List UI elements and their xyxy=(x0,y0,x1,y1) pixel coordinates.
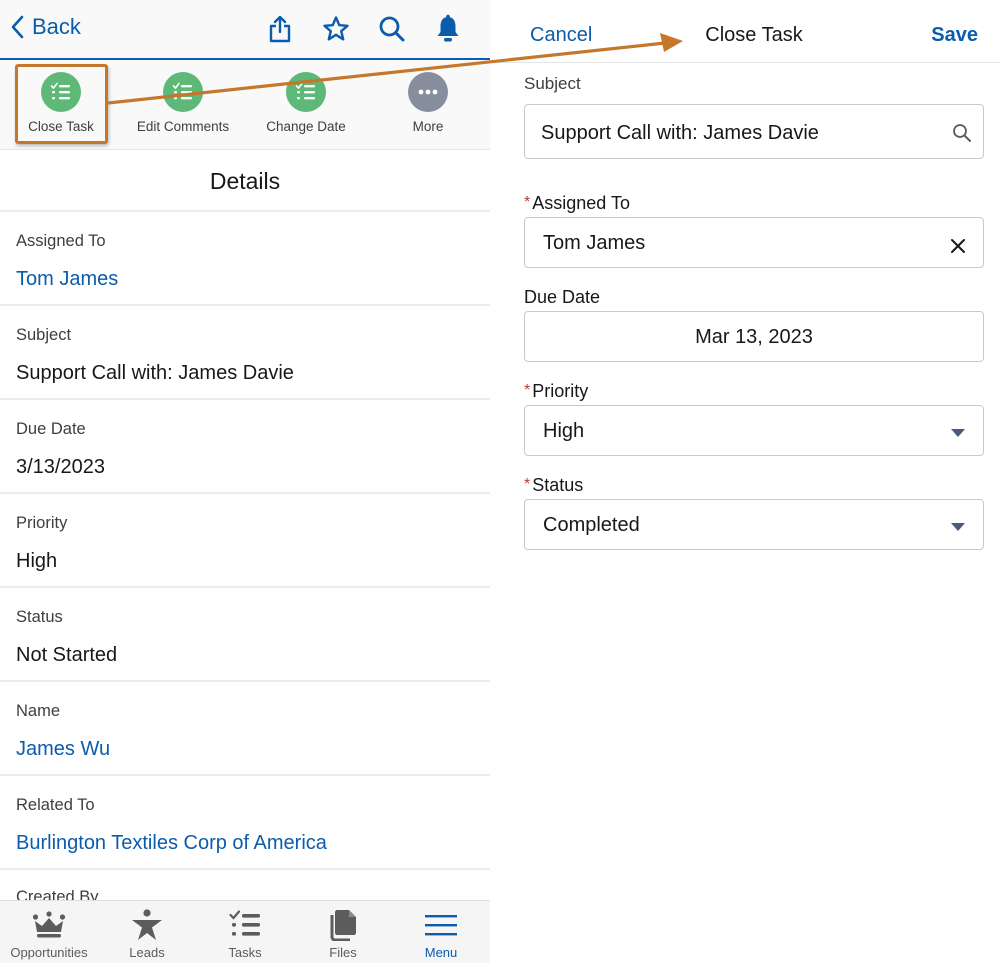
action-label: Close Task xyxy=(28,119,94,134)
field-label: Status xyxy=(16,608,63,626)
subject-label: Subject xyxy=(524,74,581,93)
more-action[interactable]: More xyxy=(368,72,488,134)
status-value: Completed xyxy=(543,514,640,536)
dropdown-caret-icon xyxy=(947,516,969,538)
search-icon[interactable] xyxy=(951,122,973,144)
field-label: Name xyxy=(16,702,61,720)
field-label: Related To xyxy=(16,796,95,814)
priority-select[interactable]: High xyxy=(524,405,984,456)
detail-row-due-date: Due Date 3/13/2023 xyxy=(0,400,490,494)
field-value: 3/13/2023 xyxy=(16,456,105,478)
field-value: Support Call with: James Davie xyxy=(16,362,294,384)
field-label: Assigned To xyxy=(16,232,106,250)
assigned-to-link[interactable]: Tom James xyxy=(16,268,118,291)
field-value: Not Started xyxy=(16,644,118,666)
notifications-bell-icon[interactable] xyxy=(434,14,462,44)
close-task-form-panel: Cancel Close Task Save Subject Support C… xyxy=(490,0,1000,963)
field-label: Priority xyxy=(16,514,68,532)
tab-leads[interactable]: Leads xyxy=(98,901,196,963)
action-label: Edit Comments xyxy=(136,119,230,134)
field-value: High xyxy=(16,550,58,572)
edit-comments-action[interactable]: Edit Comments xyxy=(123,72,243,134)
change-date-action[interactable]: Change Date xyxy=(246,72,366,134)
task-detail-panel: Back Close Task Edit Comments Change Dat… xyxy=(0,0,490,963)
action-label: Change Date xyxy=(266,119,346,134)
save-button[interactable]: Save xyxy=(931,24,978,47)
due-date-input[interactable]: Mar 13, 2023 xyxy=(524,311,984,362)
chevron-left-icon xyxy=(11,15,24,39)
task-list-icon xyxy=(196,909,294,941)
form-title: Close Task xyxy=(705,24,803,46)
required-marker: * xyxy=(524,476,531,493)
tab-label: Tasks xyxy=(228,945,262,960)
files-icon xyxy=(294,909,392,941)
task-icon xyxy=(286,72,326,112)
detail-row-priority: Priority High xyxy=(0,494,490,588)
quick-actions-bar: Close Task Edit Comments Change Date Mor… xyxy=(0,60,490,150)
person-star-icon xyxy=(98,909,196,941)
tab-label: Menu xyxy=(424,945,458,960)
related-to-link[interactable]: Burlington Textiles Corp of America xyxy=(16,832,327,855)
form-header: Cancel Close Task Save xyxy=(490,0,1000,63)
priority-value: High xyxy=(543,420,585,442)
more-dots-icon xyxy=(408,72,448,112)
tab-label: Opportunities xyxy=(10,945,88,960)
assigned-to-label: * Assigned To xyxy=(524,193,630,213)
crown-icon xyxy=(0,909,98,941)
back-button[interactable]: Back xyxy=(10,14,81,40)
search-icon[interactable] xyxy=(378,14,406,44)
detail-row-name: Name James Wu xyxy=(0,682,490,776)
task-icon xyxy=(163,72,203,112)
due-date-label: Due Date xyxy=(524,287,601,307)
back-label: Back xyxy=(32,14,81,39)
tab-menu[interactable]: Menu xyxy=(392,901,490,963)
status-select[interactable]: Completed xyxy=(524,499,984,550)
detail-row-related-to: Related To Burlington Textiles Corp of A… xyxy=(0,776,490,870)
tab-files[interactable]: Files xyxy=(294,901,392,963)
details-section-title: Details xyxy=(0,150,490,212)
field-label: Due Date xyxy=(16,420,86,438)
required-marker: * xyxy=(524,194,531,211)
detail-row-subject: Subject Support Call with: James Davie xyxy=(0,306,490,400)
required-marker: * xyxy=(524,382,531,399)
close-task-action[interactable]: Close Task xyxy=(1,72,121,134)
task-icon xyxy=(41,72,81,112)
detail-row-assigned-to: Assigned To Tom James xyxy=(0,212,490,306)
menu-hamburger-icon xyxy=(392,909,490,941)
clear-x-icon[interactable] xyxy=(947,235,969,257)
assigned-to-value: Tom James xyxy=(543,232,646,254)
favorite-star-icon[interactable] xyxy=(322,14,350,44)
dropdown-caret-icon xyxy=(947,422,969,444)
field-label: Subject xyxy=(16,326,72,344)
assigned-to-input[interactable]: Tom James xyxy=(524,217,984,268)
subject-value: Support Call with: James Davie xyxy=(541,122,819,144)
tab-tasks[interactable]: Tasks xyxy=(196,901,294,963)
subject-input[interactable]: Support Call with: James Davie xyxy=(524,104,984,159)
tab-label: Files xyxy=(329,945,357,960)
detail-row-status: Status Not Started xyxy=(0,588,490,682)
top-nav-bar: Back xyxy=(0,0,490,60)
tab-opportunities[interactable]: Opportunities xyxy=(0,901,98,963)
share-icon[interactable] xyxy=(266,14,294,44)
due-date-value: Mar 13, 2023 xyxy=(695,326,813,348)
tab-label: Leads xyxy=(129,945,165,960)
action-label: More xyxy=(412,119,444,134)
bottom-tab-bar: Opportunities Leads Tasks Files Menu xyxy=(0,900,490,963)
status-label: * Status xyxy=(524,475,584,495)
priority-label: * Priority xyxy=(524,381,589,401)
name-link[interactable]: James Wu xyxy=(16,738,110,761)
